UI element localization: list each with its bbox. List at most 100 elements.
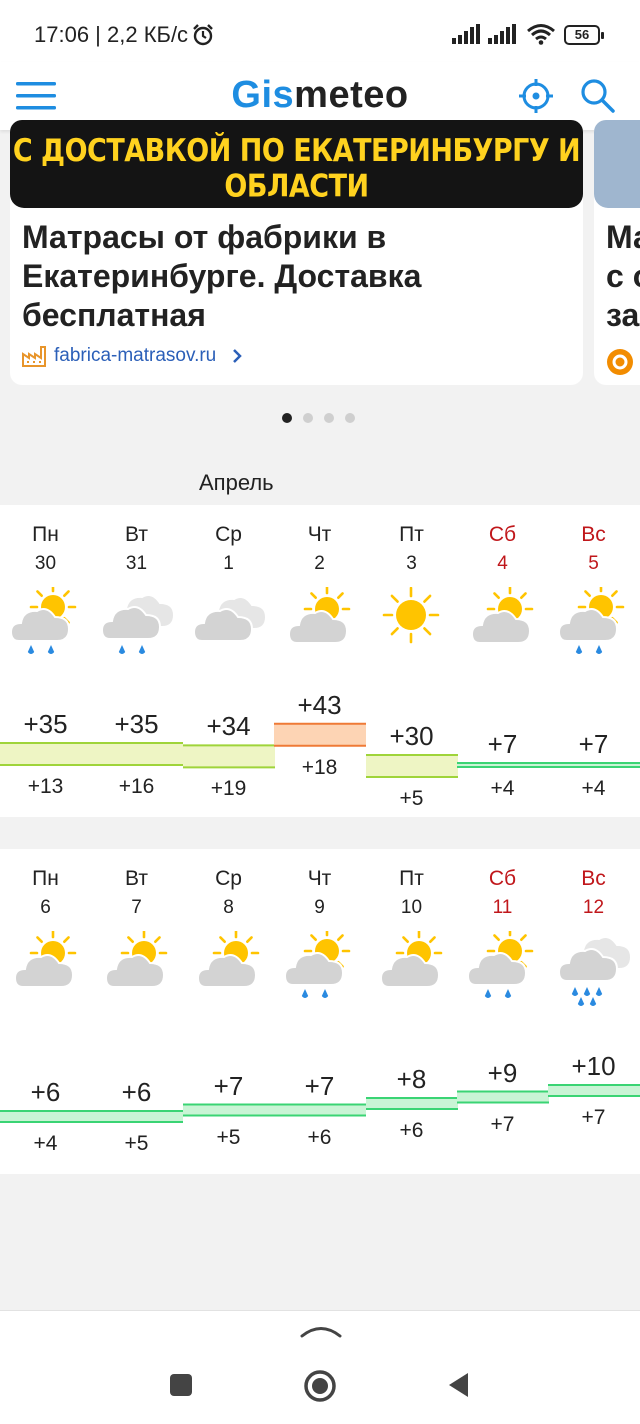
day-date: 7 xyxy=(131,897,142,918)
high-temperature: +10 xyxy=(571,1051,616,1081)
high-temperature: +7 xyxy=(304,1070,335,1101)
day-column[interactable]: Сб 4 +7 +4 xyxy=(457,505,548,817)
high-temperature: +34 xyxy=(206,711,251,742)
day-column[interactable]: Пн 30 +35 +13 xyxy=(0,505,91,817)
back-button[interactable] xyxy=(446,1371,472,1399)
partly-cloudy-icon xyxy=(279,585,359,672)
high-temperature: +8 xyxy=(396,1064,427,1094)
day-column[interactable]: Пн 6 +6 +4 xyxy=(0,849,91,1174)
day-date: 12 xyxy=(582,897,605,918)
day-date: 2 xyxy=(314,553,325,574)
partly-cloudy-rain-icon xyxy=(553,583,633,672)
day-column[interactable]: Пт 10 +8 +6 xyxy=(366,849,457,1174)
week-forecast-2: Пн 6 +6 +4 Вт 7 +6 +5 Ср 8 +7 +5 Чт 9 +7 +6 Пт 10 +8 +6 Сб 11… xyxy=(0,849,640,1174)
partly-cloudy-icon xyxy=(371,929,451,1016)
carousel-dot[interactable] xyxy=(324,413,334,423)
high-temperature: +7 xyxy=(213,1070,244,1101)
cloudy-heavy-rain-icon xyxy=(553,931,633,1016)
cloudy-icon xyxy=(188,587,268,672)
ad-next-headline: Ма с о за xyxy=(606,219,640,333)
partly-cloudy-rain-icon xyxy=(462,927,542,1016)
day-of-week: Вт xyxy=(125,867,148,890)
low-temperature: +4 xyxy=(490,777,515,800)
logo-part-meteo: meteo xyxy=(294,74,409,116)
day-column[interactable]: Сб 11 +9 +7 xyxy=(457,849,548,1174)
high-temperature: +43 xyxy=(297,689,342,720)
system-navigation-bar xyxy=(0,1310,640,1424)
location-target-icon[interactable] xyxy=(518,78,554,114)
day-column[interactable]: Ср 1 +34 +19 xyxy=(183,505,274,817)
low-temperature: +16 xyxy=(118,775,155,798)
partly-cloudy-icon xyxy=(96,929,176,1016)
carousel-dot[interactable] xyxy=(303,413,313,423)
day-date: 31 xyxy=(125,553,148,574)
search-icon[interactable] xyxy=(580,78,616,114)
signal-icon xyxy=(488,24,516,44)
day-date: 5 xyxy=(588,553,599,574)
day-date: 30 xyxy=(34,553,57,574)
high-temperature: +35 xyxy=(114,709,159,739)
high-temperature: +35 xyxy=(23,709,68,739)
high-temperature: +7 xyxy=(578,729,609,759)
day-of-week: Чт xyxy=(307,867,332,890)
ad-card-next[interactable]: Ма с о за xyxy=(594,120,640,385)
high-temperature: +30 xyxy=(389,721,434,751)
day-date: 11 xyxy=(492,897,513,918)
sunny-icon xyxy=(371,586,451,672)
day-date: 3 xyxy=(406,553,417,574)
ad-next-banner xyxy=(594,120,640,208)
day-of-week: Чт xyxy=(307,523,332,546)
cloudy-rain-icon xyxy=(96,587,176,672)
week-forecast-1: Пн 30 +35 +13 Вт 31 +35 +16 Ср 1 +34 +19 Чт 2 +43 +18 Пт… xyxy=(0,505,640,817)
day-column[interactable]: Вс 5 +7 +4 xyxy=(548,505,639,817)
high-temperature: +7 xyxy=(487,729,518,759)
day-of-week: Пн xyxy=(32,523,59,546)
low-temperature: +6 xyxy=(399,1119,424,1142)
low-temperature: +5 xyxy=(216,1125,241,1149)
low-temperature: +7 xyxy=(581,1106,606,1129)
high-temperature: +6 xyxy=(121,1077,152,1107)
chevron-right-icon xyxy=(232,349,242,363)
day-of-week: Ср xyxy=(215,523,242,546)
high-temperature: +9 xyxy=(487,1057,518,1088)
day-column[interactable]: Вт 7 +6 +5 xyxy=(91,849,182,1174)
low-temperature: +13 xyxy=(27,775,64,798)
ad-source-text: fabrica-matrasov.ru xyxy=(54,345,217,367)
partly-cloudy-icon xyxy=(462,585,542,672)
battery-indicator: 56 xyxy=(564,25,604,45)
day-column[interactable]: Вс 12 +10 +7 xyxy=(548,849,639,1174)
alarm-icon xyxy=(193,24,213,46)
low-temperature: +4 xyxy=(33,1132,58,1155)
day-of-week: Пт xyxy=(399,867,424,890)
wifi-icon xyxy=(527,24,555,45)
ad-banner-text: С ДОСТАВКОЙ ПО ЕКАТЕРИНБУРГУ И ОБЛАСТИ xyxy=(12,133,581,205)
chevron-up-icon[interactable] xyxy=(300,1323,342,1339)
day-of-week: Вт xyxy=(125,523,148,546)
day-date: 8 xyxy=(223,897,234,918)
day-date: 6 xyxy=(40,897,51,918)
carousel-dot[interactable] xyxy=(282,413,292,423)
factory-icon xyxy=(22,346,46,367)
low-temperature: +5 xyxy=(124,1132,149,1155)
low-temperature: +6 xyxy=(307,1125,332,1149)
low-temperature: +7 xyxy=(490,1112,515,1136)
signal-icon xyxy=(452,24,480,44)
day-column[interactable]: Чт 2 +43 +18 xyxy=(274,505,365,817)
ad-next-favicon-icon xyxy=(607,349,633,375)
partly-cloudy-rain-icon xyxy=(279,927,359,1016)
ad-source-link[interactable]: fabrica-matrasov.ru xyxy=(22,345,244,367)
carousel-dot[interactable] xyxy=(345,413,355,423)
high-temperature: +6 xyxy=(30,1077,61,1107)
ad-card[interactable]: С ДОСТАВКОЙ ПО ЕКАТЕРИНБУРГУ И ОБЛАСТИ М… xyxy=(10,120,583,385)
day-column[interactable]: Чт 9 +7 +6 xyxy=(274,849,365,1174)
partly-cloudy-icon xyxy=(188,929,268,1016)
partly-cloudy-icon xyxy=(5,929,85,1016)
ad-headline[interactable]: Матрасы от фабрики в Екатеринбурге. Дост… xyxy=(22,218,572,335)
day-column[interactable]: Ср 8 +7 +5 xyxy=(183,849,274,1174)
day-column[interactable]: Пт 3 +30 +5 xyxy=(366,505,457,817)
home-button[interactable] xyxy=(303,1369,337,1403)
low-temperature: +5 xyxy=(399,787,424,810)
day-of-week: Пт xyxy=(399,523,424,546)
recent-apps-button[interactable] xyxy=(170,1374,192,1396)
day-column[interactable]: Вт 31 +35 +16 xyxy=(91,505,182,817)
